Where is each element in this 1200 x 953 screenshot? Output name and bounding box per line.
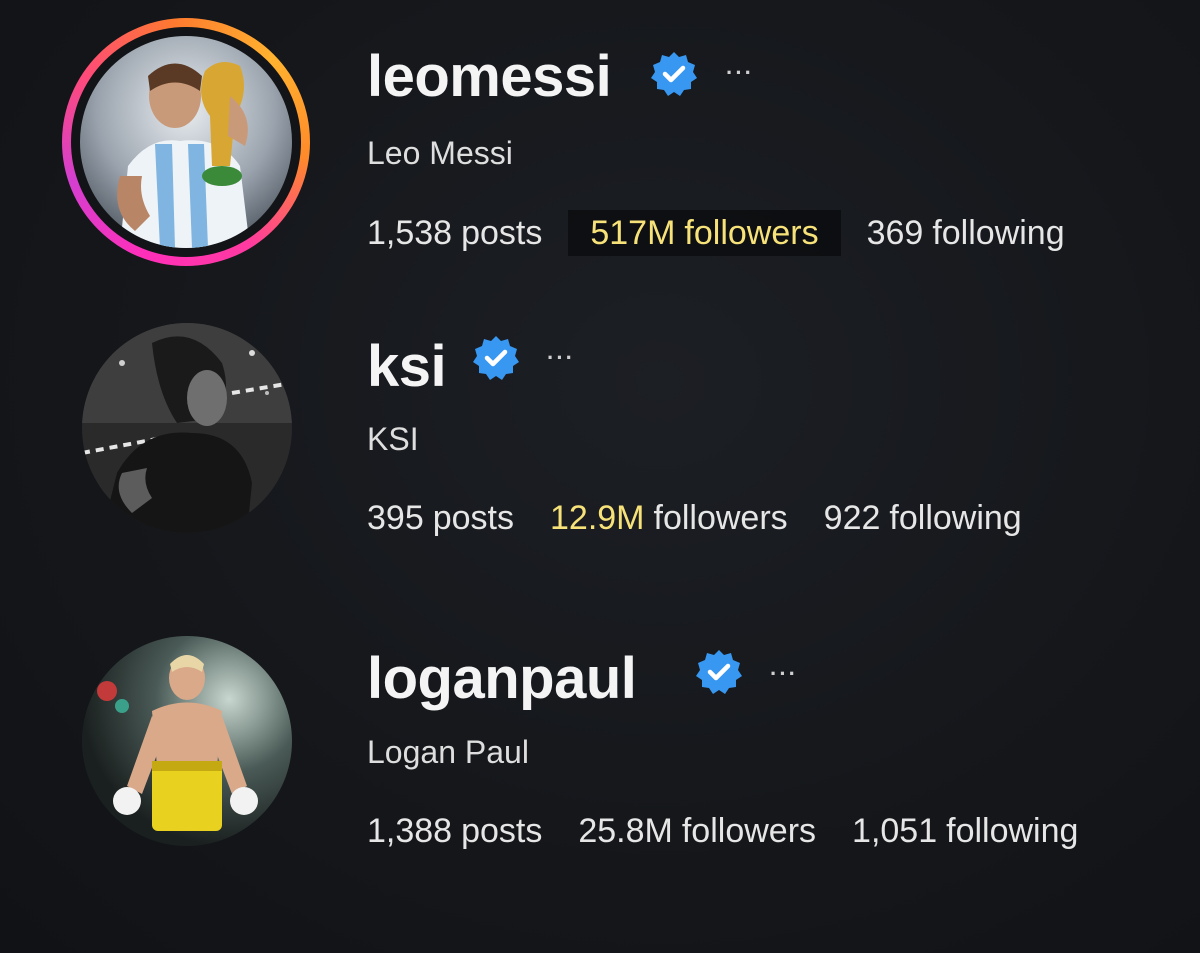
verified-badge-icon: [696, 650, 742, 694]
followers-count[interactable]: 12.9M followers: [540, 495, 798, 541]
avatar[interactable]: [82, 323, 292, 533]
username[interactable]: ksi: [367, 338, 447, 396]
stats-row: 395 posts 12.9M followers 922 following: [357, 495, 1048, 541]
full-name: Leo Messi: [367, 135, 513, 171]
following-count[interactable]: 922 following: [814, 495, 1032, 541]
verified-badge-icon: [473, 336, 519, 380]
avatar[interactable]: [82, 636, 292, 846]
username[interactable]: loganpaul: [367, 650, 637, 708]
followers-count[interactable]: 517M followers: [568, 210, 841, 256]
full-name: Logan Paul: [367, 734, 529, 770]
profile-leomessi: leomessi ··· Leo Messi 1,538 posts 517M …: [0, 0, 1200, 290]
posts-count[interactable]: 395 posts: [357, 495, 524, 541]
more-options-icon[interactable]: ···: [726, 62, 754, 84]
story-ring[interactable]: [62, 18, 310, 266]
username[interactable]: leomessi: [367, 48, 612, 106]
verified-badge-icon: [651, 52, 697, 96]
following-count[interactable]: 369 following: [857, 210, 1075, 256]
more-options-icon[interactable]: ···: [770, 663, 798, 685]
posts-count[interactable]: 1,388 posts: [357, 808, 552, 854]
avatar[interactable]: [80, 36, 292, 248]
following-count[interactable]: 1,051 following: [842, 808, 1088, 854]
full-name: KSI: [367, 421, 419, 457]
posts-count[interactable]: 1,538 posts: [357, 210, 552, 256]
profile-loganpaul: loganpaul ··· Logan Paul 1,388 posts 25.…: [0, 600, 1200, 900]
more-options-icon[interactable]: ···: [547, 347, 575, 369]
stats-row: 1,538 posts 517M followers 369 following: [357, 210, 1091, 256]
followers-count[interactable]: 25.8M followers: [568, 808, 826, 854]
profile-ksi: ksi ··· KSI 395 posts 12.9M followers 92…: [0, 290, 1200, 590]
stats-row: 1,388 posts 25.8M followers 1,051 follow…: [357, 808, 1104, 854]
